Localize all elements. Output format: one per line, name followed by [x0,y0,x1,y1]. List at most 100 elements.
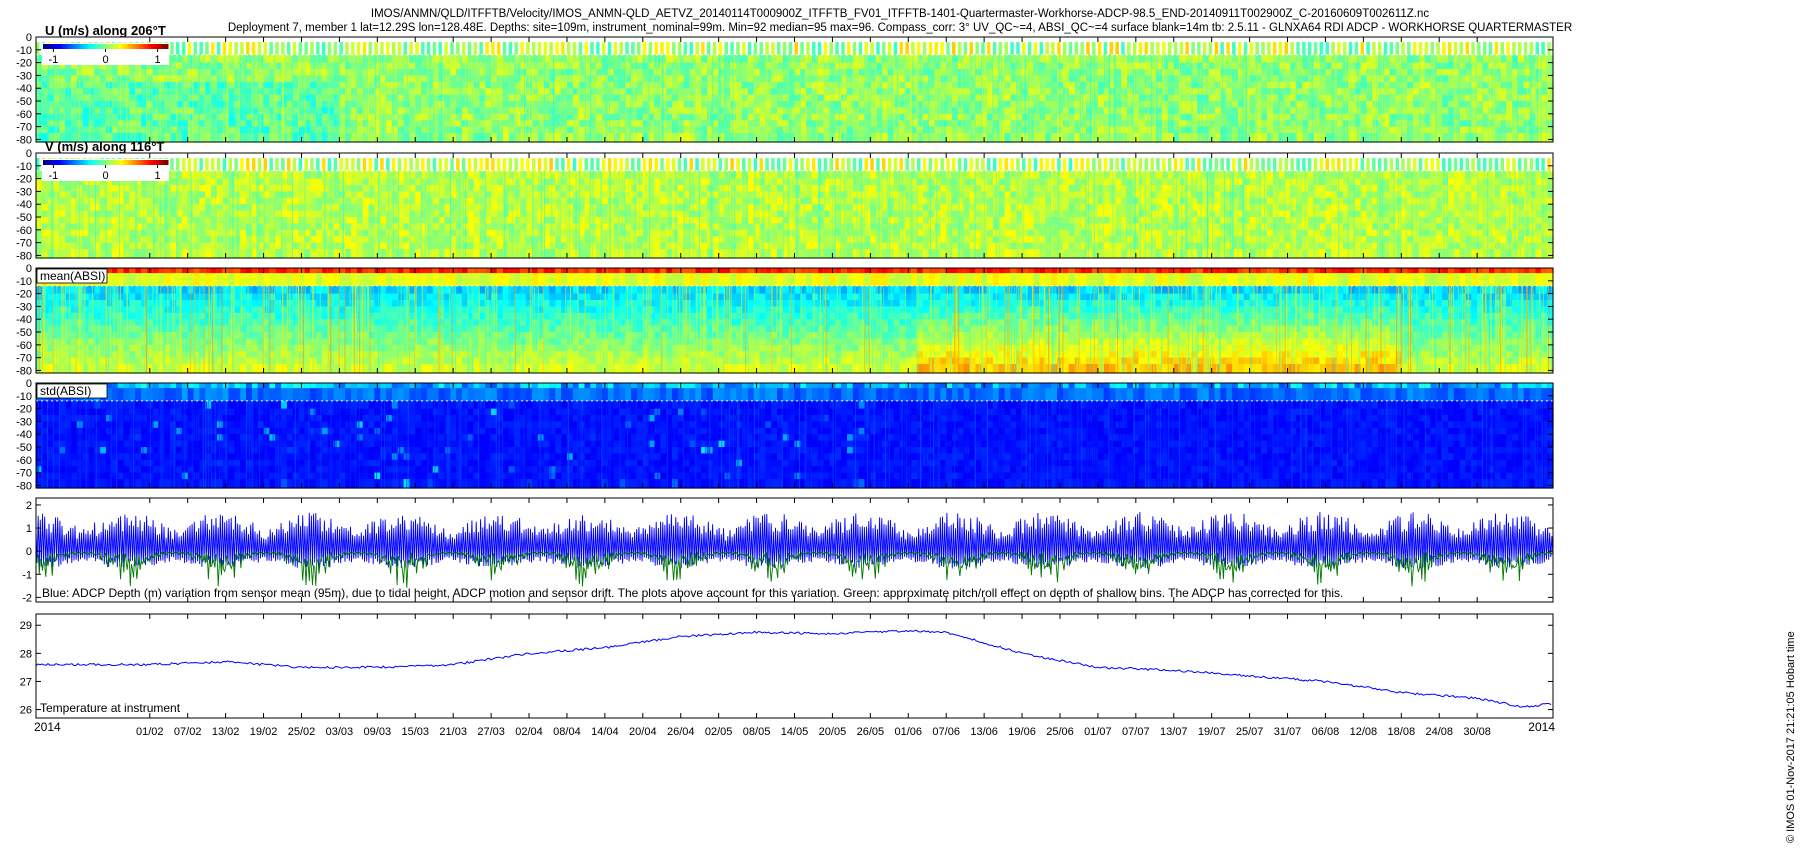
y-tick-label: -50 [16,96,32,108]
y-tick-label: -10 [16,276,32,288]
y-tick-label: -80 [16,480,32,492]
y-tick-label: -70 [16,122,32,134]
y-tick-label: -40 [16,199,32,211]
x-tick-label: 27/03 [477,726,505,738]
y-tick-label: -30 [16,70,32,82]
x-tick-label: 21/03 [439,726,467,738]
x-tick-label: 13/02 [212,726,240,738]
x-tick-label: 08/05 [743,726,771,738]
y-tick-label: 2 [26,500,32,512]
colorbar [43,160,169,165]
y-tick-label: 1 [26,523,32,535]
y-tick-label: -70 [16,353,32,365]
colorbar [43,44,169,49]
y-tick-label: -2 [22,592,32,604]
x-tick-label: 14/04 [591,726,619,738]
y-tick-label: -50 [16,442,32,454]
y-tick-label: -20 [16,289,32,301]
y-tick-label: -50 [16,212,32,224]
adcp-summary-figure: 0-10-20-30-40-50-60-70-800-10-20-30-40-5… [16,23,1555,738]
y-tick-label: -20 [16,174,32,186]
y-tick-label: -20 [16,404,32,416]
colorbar-tick-label: -1 [49,54,59,66]
y-tick-label: -10 [16,161,32,173]
y-tick-label: -10 [16,391,32,403]
x-year-label-left: 2014 [34,720,61,734]
y-tick-label: -50 [16,327,32,339]
y-tick-label: -1 [22,569,32,581]
x-tick-label: 24/08 [1425,726,1453,738]
colorbar-tick-label: 1 [155,170,161,182]
heatmap-cells [35,42,1554,143]
x-tick-label: 02/05 [705,726,733,738]
x-tick-label: 26/04 [667,726,695,738]
y-tick-label: -70 [16,238,32,250]
x-tick-label: 12/08 [1350,726,1378,738]
x-tick-label: 18/08 [1388,726,1416,738]
x-tick-label: 19/06 [1008,726,1036,738]
y-tick-label: 0 [26,32,32,44]
y-tick-label: 29 [20,620,32,632]
x-tick-label: 19/02 [250,726,278,738]
y-tick-label: -20 [16,58,32,70]
x-tick-label: 19/07 [1198,726,1226,738]
x-tick-label: 30/08 [1463,726,1491,738]
y-tick-label: -10 [16,45,32,57]
heatmap-title: V (m/s) along 116°T [45,139,164,154]
heatmap-cells [36,268,1554,374]
colorbar-tick-label: 0 [102,54,108,66]
y-tick-label: -30 [16,186,32,198]
x-tick-label: 20/05 [819,726,847,738]
x-tick-label: 14/05 [781,726,809,738]
y-tick-label: 26 [20,705,32,717]
x-tick-label: 03/03 [326,726,354,738]
copyright-note: © IMOS 01-Nov-2017 21:21:05 Hobart time [1785,631,1797,843]
panel-frame [35,613,1554,719]
depth-variation-line [35,511,1554,569]
x-tick-label: 01/02 [136,726,164,738]
x-tick-label: 07/07 [1122,726,1150,738]
temperature-line [35,629,1552,708]
x-tick-label: 01/06 [895,726,923,738]
y-tick-label: -40 [16,83,32,95]
x-tick-label: 25/02 [288,726,316,738]
heatmap-title: mean(ABSI) [40,269,105,283]
x-tick-label: 09/03 [364,726,392,738]
heatmap-cells [36,158,1554,259]
y-tick-label: -60 [16,109,32,121]
y-tick-label: -40 [16,429,32,441]
x-tick-label: 15/03 [401,726,429,738]
x-year-label-right: 2014 [1528,720,1555,734]
x-tick-label: 13/07 [1160,726,1188,738]
y-tick-label: 28 [20,648,32,660]
temperature-annotation: Temperature at instrument [40,701,181,715]
x-tick-label: 08/04 [553,726,581,738]
heatmap-title: std(ABSI) [40,384,91,398]
x-tick-label: 25/07 [1236,726,1264,738]
y-tick-label: -80 [16,250,32,262]
y-tick-label: -40 [16,314,32,326]
colorbar-tick-label: 1 [155,54,161,66]
x-tick-label: 06/08 [1312,726,1340,738]
colorbar-tick-label: -1 [49,170,59,182]
y-tick-label: 27 [20,676,32,688]
y-tick-label: 0 [26,378,32,390]
x-tick-label: 25/06 [1046,726,1074,738]
x-tick-label: 02/04 [515,726,543,738]
heatmap-cells [36,383,1554,489]
x-tick-label: 13/06 [970,726,998,738]
x-tick-label: 07/02 [174,726,202,738]
y-tick-label: -30 [16,416,32,428]
heatmap-title: U (m/s) along 206°T [45,23,166,38]
y-tick-label: -80 [16,134,32,146]
x-tick-label: 31/07 [1274,726,1302,738]
colorbar-tick-label: 0 [102,170,108,182]
depth-panel-annotation: Blue: ADCP Depth (m) variation from sens… [42,586,1343,600]
x-tick-label: 01/07 [1084,726,1112,738]
y-tick-label: 0 [26,546,32,558]
y-tick-label: -60 [16,340,32,352]
y-tick-label: 0 [26,263,32,275]
y-tick-label: 0 [26,148,32,160]
y-tick-label: -60 [16,455,32,467]
x-tick-label: 20/04 [629,726,657,738]
